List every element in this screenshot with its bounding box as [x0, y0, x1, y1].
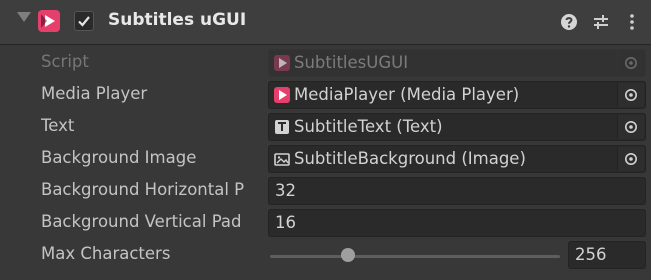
background-image-field[interactable]: SubtitleBackground (Image) [268, 145, 646, 173]
bg-horizontal-padding-row: Background Horizontal P 32 [0, 176, 651, 206]
component-enabled-checkbox[interactable] [74, 11, 94, 31]
script-row: Script SubtitlesUGUI [0, 48, 651, 78]
avpro-play-icon [37, 9, 61, 33]
presets-sliders-icon[interactable] [591, 12, 611, 32]
image-component-icon [273, 150, 291, 168]
object-picker-icon[interactable] [617, 83, 644, 107]
text-value: SubtitleText (Text) [294, 117, 443, 136]
bg-horizontal-padding-value: 32 [275, 181, 296, 200]
media-player-value: MediaPlayer (Media Player) [294, 85, 520, 104]
text-row: Text SubtitleText (Text) [0, 112, 651, 142]
object-picker-icon[interactable] [617, 115, 644, 139]
script-field: SubtitlesUGUI [268, 49, 646, 77]
max-characters-value: 256 [575, 245, 607, 264]
max-characters-label: Max Characters [41, 244, 171, 263]
media-player-row: Media Player MediaPlayer (Media Player) [0, 80, 651, 110]
background-image-row: Background Image SubtitleBackground (Ima… [0, 144, 651, 174]
bg-horizontal-padding-input[interactable]: 32 [268, 177, 646, 205]
bg-vertical-padding-input[interactable]: 16 [268, 209, 646, 237]
background-image-value: SubtitleBackground (Image) [294, 149, 526, 168]
bg-vertical-padding-label: Background Vertical Pad [41, 212, 242, 231]
component-title: Subtitles uGUI [108, 10, 247, 30]
foldout-arrow-icon[interactable] [17, 12, 31, 22]
max-characters-slider-track[interactable] [270, 255, 560, 258]
background-image-label: Background Image [41, 148, 197, 167]
script-icon [273, 54, 291, 72]
media-player-field[interactable]: MediaPlayer (Media Player) [268, 81, 646, 109]
component-header[interactable]: Subtitles uGUI [0, 0, 651, 45]
kebab-menu-icon[interactable] [622, 12, 642, 32]
help-icon[interactable] [559, 12, 579, 32]
max-characters-row: Max Characters 256 [0, 240, 651, 270]
bg-vertical-padding-row: Background Vertical Pad 16 [0, 208, 651, 238]
text-component-icon [273, 118, 291, 136]
script-label: Script [41, 52, 89, 71]
text-label: Text [41, 116, 75, 135]
media-player-label: Media Player [41, 84, 148, 103]
avpro-play-icon [273, 86, 291, 104]
script-value: SubtitlesUGUI [294, 53, 409, 72]
max-characters-input[interactable]: 256 [568, 241, 646, 269]
text-field[interactable]: SubtitleText (Text) [268, 113, 646, 141]
object-picker-icon [617, 51, 644, 75]
inspector-panel: Subtitles uGUI Script SubtitlesUGUI Medi… [0, 0, 651, 280]
max-characters-slider-handle[interactable] [341, 248, 356, 262]
bg-vertical-padding-value: 16 [275, 213, 296, 232]
object-picker-icon[interactable] [617, 147, 644, 171]
bg-horizontal-padding-label: Background Horizontal P [41, 180, 245, 199]
